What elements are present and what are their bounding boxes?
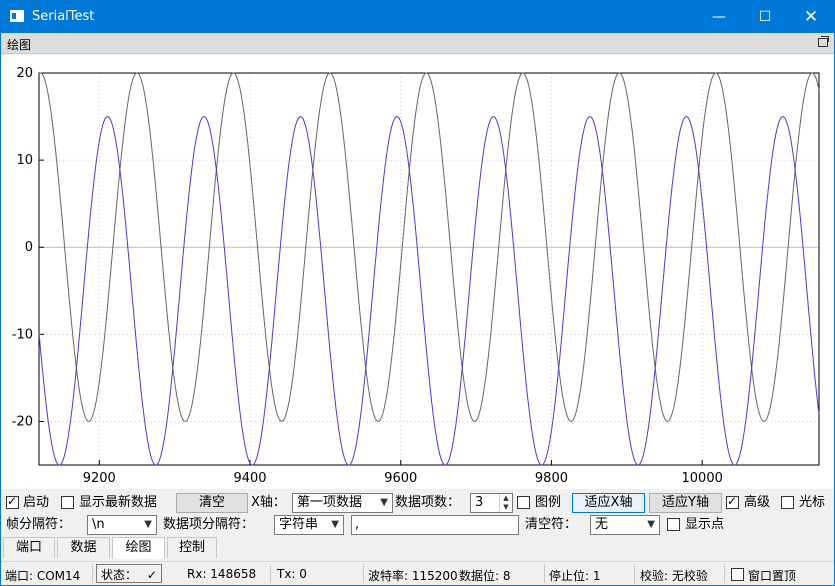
- chevron-down-icon: ▼: [380, 497, 388, 508]
- show-latest-label: 显示最新数据: [79, 495, 158, 510]
- status-parity: 校验: 无校验: [640, 569, 708, 583]
- x-tick-label: 9400: [233, 471, 266, 486]
- status-rx: Rx: 148658: [187, 567, 257, 581]
- y-tick-label: 10: [16, 153, 33, 168]
- plot-dock-title: 绘图: [7, 38, 32, 52]
- status-stop-bits: 停止位: 1: [549, 569, 601, 583]
- plot-dock-header: 绘图: [1, 33, 834, 54]
- y-tick-label: -10: [12, 327, 33, 342]
- app-icon: [10, 10, 24, 22]
- spin-arrows-icon[interactable]: ▲ ▼: [499, 494, 512, 512]
- y-tick-label: 20: [16, 66, 33, 81]
- show-points-checkbox[interactable]: [667, 518, 680, 531]
- plot-controls-row-2: 帧分隔符： \n ▼ 数据项分隔符： 字符串 ▼ , 清空符： 无 ▼ 显示点: [1, 513, 834, 537]
- legend-label: 图例: [535, 495, 562, 510]
- chart-grid: [39, 72, 819, 465]
- close-button[interactable]: ✕: [788, 1, 834, 33]
- status-separator: [724, 565, 725, 583]
- main-window: SerialTest — ☐ ✕ 绘图 20 10 0 -10 -20 9200 9400 9…: [0, 0, 835, 586]
- x-tick-label: 9600: [384, 471, 417, 486]
- blank-char-value: 无: [595, 517, 609, 532]
- series-line-2: [38, 116, 820, 466]
- x-tick-label: 9800: [535, 471, 568, 486]
- show-points-label: 显示点: [685, 517, 725, 532]
- status-tx: Tx: 0: [277, 567, 307, 581]
- item-count-spinbox[interactable]: 3 ▲ ▼: [470, 493, 513, 513]
- plot-controls-row-1: 启动 显示最新数据 清空 X轴： 第一项数据 ▼ 数据项数： 3 ▲▼ 图例 适…: [1, 491, 834, 515]
- chart-axes: 20 10 0 -10 -20 9200 9400 9600 9800 10000: [12, 66, 820, 486]
- minimize-button[interactable]: —: [696, 1, 742, 33]
- x-axis-select[interactable]: 第一项数据 ▼: [292, 493, 393, 513]
- fit-x-button[interactable]: 适应X轴: [572, 493, 645, 513]
- fit-y-button[interactable]: 适应Y轴: [649, 493, 722, 513]
- frame-separator-select[interactable]: \n ▼: [87, 515, 157, 535]
- y-tick-label: -20: [12, 414, 33, 429]
- tab-port[interactable]: 端口: [3, 537, 55, 558]
- chevron-down-icon: ▼: [331, 519, 339, 530]
- line-chart: 20 10 0 -10 -20 9200 9400 9600 9800 10000: [12, 66, 820, 486]
- clear-button[interactable]: 清空: [176, 493, 248, 513]
- item-separator-type-select[interactable]: 字符串 ▼: [274, 515, 344, 535]
- x-tick-label: 10000: [682, 471, 723, 486]
- status-separator: [270, 565, 271, 583]
- bottom-tab-bar: 端口 数据 绘图 控制: [1, 537, 834, 559]
- status-bar: 端口: COM14 状态： ✓ Rx: 148658 Tx: 0 波特率: 11…: [1, 561, 834, 585]
- start-checkbox[interactable]: [6, 494, 19, 509]
- x-tick-label: 9200: [83, 471, 116, 486]
- frame-separator-label: 帧分隔符：: [6, 517, 72, 532]
- status-state-label: 状态：: [101, 568, 138, 582]
- show-latest-checkbox[interactable]: [61, 496, 74, 509]
- item-count-label: 数据项数：: [395, 495, 461, 510]
- advanced-label: 高级: [744, 495, 771, 510]
- plot-area[interactable]: 20 10 0 -10 -20 9200 9400 9600 9800 10000: [1, 55, 834, 489]
- status-separator: [634, 565, 635, 583]
- x-axis-label: X轴：: [251, 495, 286, 510]
- chevron-down-icon: ▼: [647, 519, 655, 530]
- legend-checkbox[interactable]: [517, 496, 530, 509]
- x-axis-select-value: 第一项数据: [297, 495, 363, 510]
- cursor-label: 光标: [799, 495, 826, 510]
- maximize-button[interactable]: ☐: [742, 1, 788, 33]
- window-ontop-label: 窗口置顶: [748, 569, 797, 583]
- item-separator-input[interactable]: ,: [351, 515, 519, 535]
- status-data-bits: 数据位: 8: [459, 569, 511, 583]
- tab-control[interactable]: 控制: [167, 537, 217, 558]
- tab-data[interactable]: 数据: [57, 537, 110, 558]
- item-separator-type-value: 字符串: [279, 517, 319, 532]
- status-separator: [92, 565, 93, 583]
- window-title: SerialTest: [32, 9, 95, 24]
- frame-separator-value: \n: [92, 517, 105, 532]
- status-separator: [544, 565, 545, 583]
- check-icon: ✓: [146, 568, 157, 582]
- tab-plot[interactable]: 绘图: [112, 537, 165, 559]
- advanced-checkbox[interactable]: [726, 494, 739, 509]
- status-baud: 波特率: 115200: [368, 569, 458, 583]
- item-count-value: 3: [475, 495, 484, 510]
- title-bar[interactable]: SerialTest — ☐ ✕: [1, 1, 834, 33]
- blank-char-label: 清空符：: [525, 517, 578, 532]
- status-port: 端口: COM14: [5, 569, 81, 583]
- status-separator: [363, 565, 364, 583]
- window-ontop-checkbox[interactable]: [731, 568, 744, 581]
- blank-char-select[interactable]: 无 ▼: [590, 515, 660, 535]
- cursor-checkbox[interactable]: [781, 496, 794, 509]
- y-tick-label: 0: [25, 240, 33, 255]
- start-label: 启动: [23, 495, 50, 510]
- chevron-down-icon: ▼: [144, 519, 152, 530]
- float-dock-icon[interactable]: [818, 36, 829, 47]
- status-state-box: 状态： ✓: [96, 564, 162, 583]
- item-separator-label: 数据项分隔符：: [163, 517, 255, 532]
